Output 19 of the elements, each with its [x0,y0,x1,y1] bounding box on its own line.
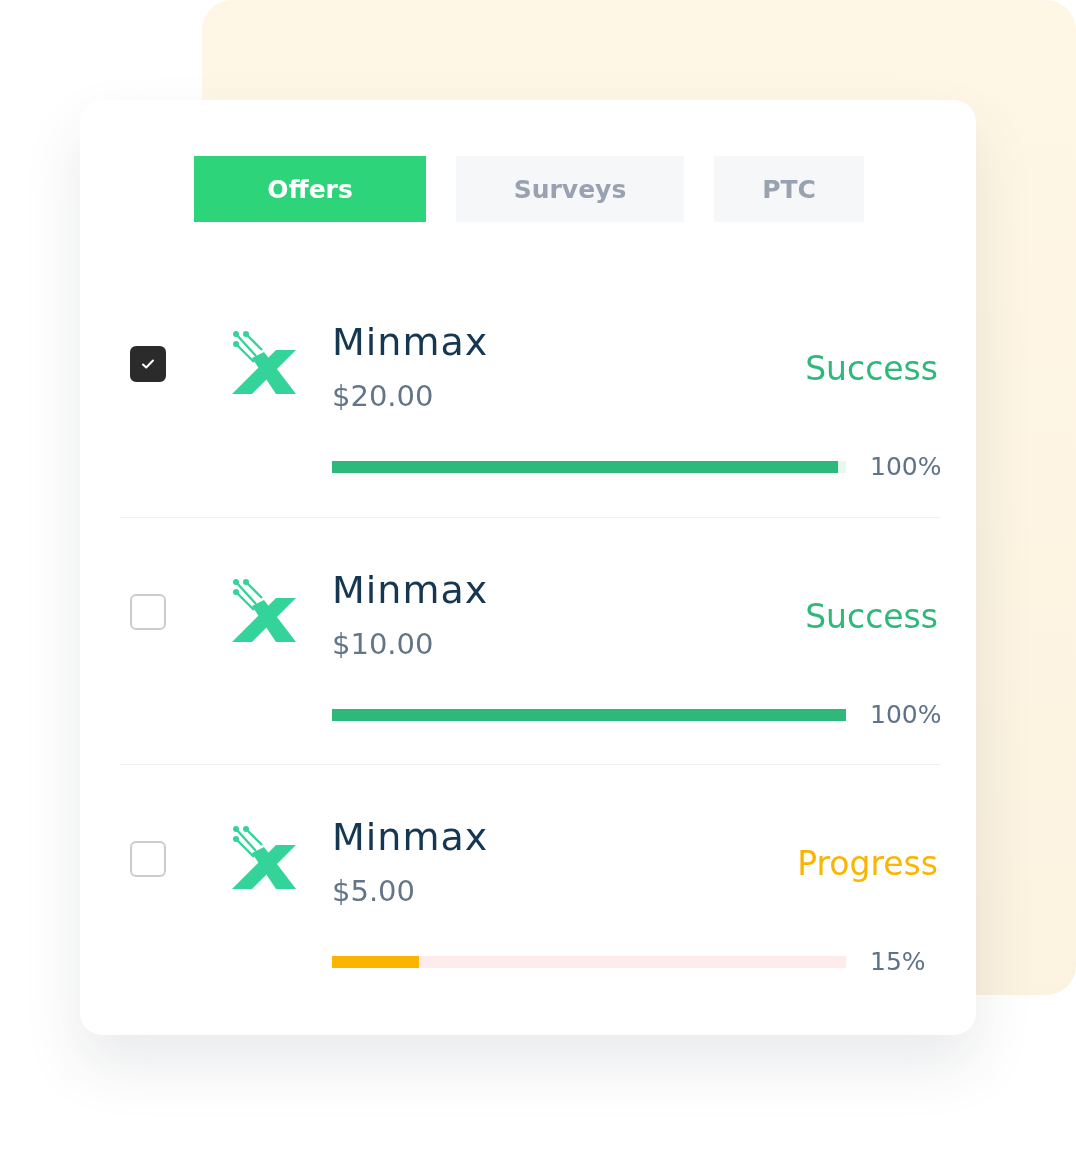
x-logo-icon [232,578,296,642]
x-logo-icon [232,330,296,394]
offer-amount: $5.00 [332,873,417,910]
progress-percent: 15% [870,947,926,976]
progress-percent: 100% [870,452,942,481]
progress-percent: 100% [870,700,942,729]
offer-amount: $10.00 [332,626,435,663]
offer-amount: $20.00 [332,378,435,415]
offer-name: Minmax [332,814,489,861]
tab[interactable]: Offers [194,156,426,222]
status-label: Progress [797,843,938,883]
checkbox[interactable] [130,346,166,382]
x-logo-icon [232,825,296,889]
status-label: Success [805,596,938,636]
status-label: Success [805,348,938,388]
tab[interactable]: PTC [714,156,864,222]
offer-name: Minmax [332,319,489,366]
offer-name: Minmax [332,567,489,614]
tab[interactable]: Surveys [456,156,684,222]
